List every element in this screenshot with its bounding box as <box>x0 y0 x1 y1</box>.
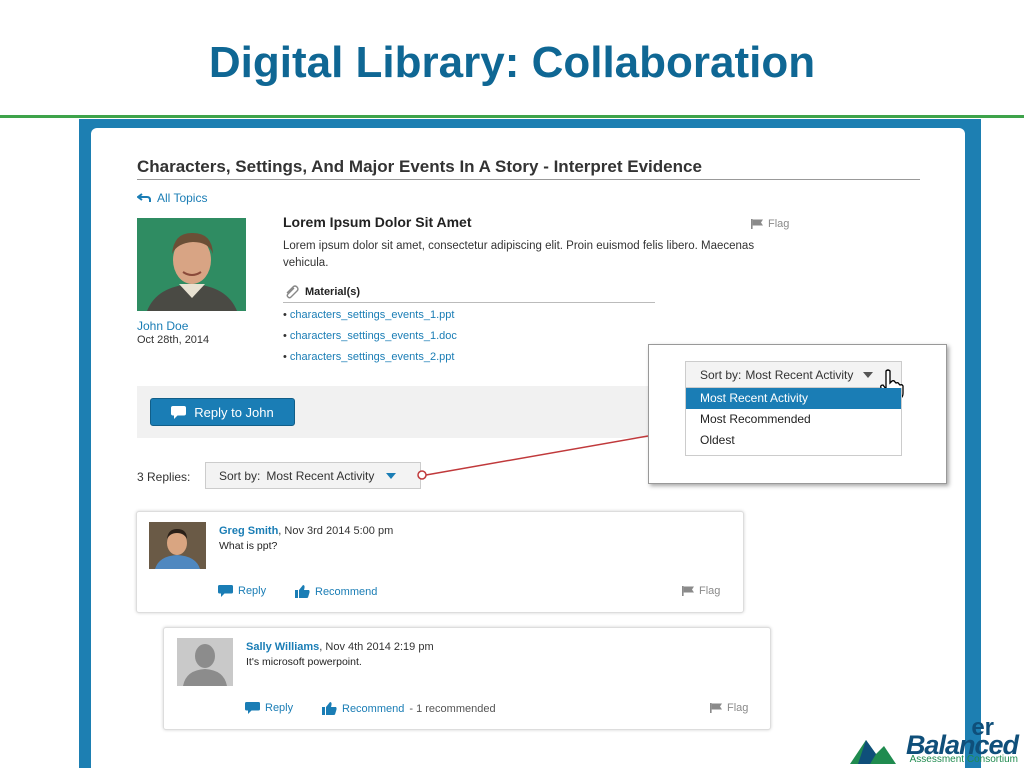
sort-prefix: Sort by: <box>219 468 261 483</box>
materials-header: Material(s) <box>283 282 655 303</box>
thumbs-up-icon <box>322 702 337 715</box>
sort-dropdown-expanded[interactable]: Sort by: Most Recent Activity <box>685 361 902 388</box>
sort-prefix: Sort by: <box>700 367 742 382</box>
post-date: Oct 28th, 2014 <box>137 334 210 346</box>
comment-text: What is ppt? <box>219 540 278 552</box>
reply-label: Reply <box>238 585 267 597</box>
comment-reply-button[interactable]: Reply <box>218 585 266 597</box>
post-body: Lorem ipsum dolor sit amet, consectetur … <box>283 240 755 269</box>
chevron-down-icon <box>386 472 397 479</box>
sort-value: Most Recent Activity <box>266 468 375 483</box>
sort-value: Most Recent Activity <box>745 367 854 382</box>
material-link[interactable]: characters_settings_events_2.ppt <box>283 350 457 371</box>
replies-count: 3 Replies: <box>137 470 191 484</box>
recommend-count: - 1 recommended <box>409 702 496 715</box>
speech-bubble-icon <box>171 405 187 419</box>
materials-list: characters_settings_events_1.ppt charact… <box>283 308 457 371</box>
topic-title: Characters, Settings, And Major Events I… <box>137 157 702 176</box>
comment-recommend-button[interactable]: Recommend <box>295 585 377 598</box>
sort-option-most-recent[interactable]: Most Recent Activity <box>686 388 901 409</box>
flag-icon <box>710 703 722 713</box>
speech-bubble-icon <box>218 585 233 597</box>
topic-divider <box>137 179 920 180</box>
materials-label: Material(s) <box>305 286 361 298</box>
flag-label: Flag <box>699 585 721 597</box>
comment-reply-button[interactable]: Reply <box>245 702 293 714</box>
recommend-label: Recommend <box>342 702 405 715</box>
thumbs-up-icon <box>295 585 310 598</box>
title-divider <box>0 115 1024 118</box>
speech-bubble-icon <box>245 702 260 714</box>
chevron-down-icon <box>863 371 874 378</box>
sort-option-most-recommended[interactable]: Most Recommended <box>686 409 901 430</box>
post-title: Lorem Ipsum Dolor Sit Amet <box>283 214 472 230</box>
comment-recommend-button[interactable]: Recommend - 1 recommended <box>322 702 496 715</box>
flag-label: Flag <box>768 218 790 230</box>
commenter-name[interactable]: Greg Smith <box>219 525 278 537</box>
comment-header: Greg Smith, Nov 3rd 2014 5:00 pm <box>219 521 393 539</box>
consortium-logo-icon <box>850 740 896 764</box>
reply-label: Reply <box>265 702 294 714</box>
flag-icon <box>751 219 763 229</box>
comment-header: Sally Williams, Nov 4th 2014 2:19 pm <box>246 637 434 655</box>
slide-title: Digital Library: Collaboration <box>208 38 816 87</box>
flag-label: Flag <box>727 702 749 714</box>
commenter-avatar <box>149 522 206 569</box>
paperclip-icon <box>286 285 299 299</box>
commenter-name[interactable]: Sally Williams <box>246 641 319 653</box>
comment-flag-button[interactable]: Flag <box>682 585 720 597</box>
comment-date: , Nov 4th 2014 2:19 pm <box>319 641 434 653</box>
flag-icon <box>682 586 694 596</box>
material-link[interactable]: characters_settings_events_1.ppt <box>283 308 457 329</box>
all-topics-link[interactable]: All Topics <box>137 191 207 205</box>
author-photo <box>137 218 246 311</box>
reply-to-author-label: Reply to John <box>194 404 274 420</box>
comment-text: It's microsoft powerpoint. <box>246 656 362 668</box>
sort-dropdown[interactable]: Sort by: Most Recent Activity <box>205 462 421 489</box>
sort-options-list: Most Recent Activity Most Recommended Ol… <box>685 388 902 456</box>
recommend-label: Recommend <box>315 585 378 598</box>
reply-to-author-button[interactable]: Reply to John <box>150 398 295 426</box>
author-name[interactable]: John Doe <box>137 319 188 333</box>
sort-option-oldest[interactable]: Oldest <box>686 430 901 451</box>
logo-tagline: Assessment Consortium <box>909 754 1018 765</box>
default-avatar-icon <box>177 638 233 686</box>
back-arrow-icon <box>137 193 151 202</box>
all-topics-label: All Topics <box>157 191 208 205</box>
material-link[interactable]: characters_settings_events_1.doc <box>283 329 457 350</box>
comment-date: , Nov 3rd 2014 5:00 pm <box>278 525 394 537</box>
post-flag-button[interactable]: Flag <box>751 218 789 230</box>
comment-flag-button[interactable]: Flag <box>710 702 748 714</box>
